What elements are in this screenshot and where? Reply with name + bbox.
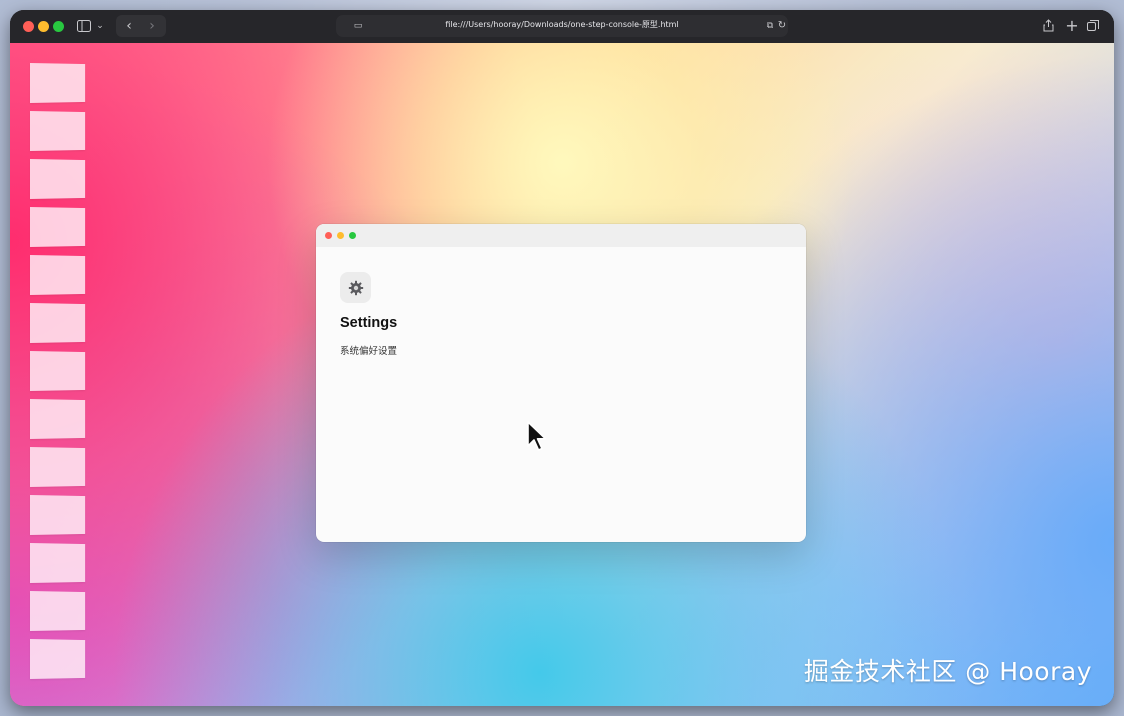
window-thumbnail[interactable] bbox=[30, 159, 86, 199]
translate-icon[interactable]: ⧉ bbox=[764, 16, 776, 36]
window-thumbnail[interactable] bbox=[30, 639, 86, 679]
window-thumbnail[interactable] bbox=[30, 111, 86, 151]
settings-window-titlebar[interactable] bbox=[316, 224, 806, 247]
settings-zoom-button[interactable] bbox=[349, 232, 356, 239]
share-icon[interactable] bbox=[1040, 16, 1056, 36]
window-thumbnail[interactable] bbox=[30, 447, 86, 487]
forward-button[interactable]: › bbox=[143, 16, 161, 36]
minimize-window-button[interactable] bbox=[38, 21, 49, 32]
address-bar[interactable]: ▭ file:///Users/hooray/Downloads/one-ste… bbox=[336, 15, 788, 37]
mouse-cursor-icon bbox=[527, 421, 547, 451]
sidebar-toggle-icon[interactable] bbox=[76, 16, 92, 36]
tab-overview-icon[interactable] bbox=[1085, 16, 1101, 36]
page-title: Settings bbox=[340, 315, 398, 331]
gear-icon bbox=[340, 272, 371, 303]
reload-icon[interactable]: ↻ bbox=[776, 16, 788, 36]
window-thumbnail[interactable] bbox=[30, 255, 86, 295]
settings-close-button[interactable] bbox=[325, 232, 332, 239]
window-thumbnail-strip bbox=[30, 63, 94, 693]
watermark-text: 掘金技术社区 @ Hooray bbox=[803, 657, 1092, 686]
browser-toolbar: ⌄ ‹ › ▭ file:///Users/hooray/Downloads/o… bbox=[10, 10, 1114, 44]
browser-window: ⌄ ‹ › ▭ file:///Users/hooray/Downloads/o… bbox=[10, 10, 1114, 706]
new-tab-icon[interactable]: + bbox=[1064, 16, 1080, 36]
chevron-down-icon[interactable]: ⌄ bbox=[94, 16, 106, 36]
zoom-window-button[interactable] bbox=[53, 21, 64, 32]
page-subtitle: 系统偏好设置 bbox=[340, 346, 398, 357]
window-thumbnail[interactable] bbox=[30, 63, 86, 103]
window-thumbnail[interactable] bbox=[30, 591, 86, 631]
window-thumbnail[interactable] bbox=[30, 207, 86, 247]
address-url[interactable]: file:///Users/hooray/Downloads/one-step-… bbox=[336, 19, 788, 30]
settings-minimize-button[interactable] bbox=[337, 232, 344, 239]
window-thumbnail[interactable] bbox=[30, 399, 86, 439]
window-thumbnail[interactable] bbox=[30, 543, 86, 583]
back-button[interactable]: ‹ bbox=[120, 16, 138, 36]
window-thumbnail[interactable] bbox=[30, 303, 86, 343]
window-thumbnail[interactable] bbox=[30, 351, 86, 391]
navigation-group: ‹ › bbox=[116, 15, 166, 37]
close-window-button[interactable] bbox=[23, 21, 34, 32]
page-viewport: Settings 系统偏好设置 掘金技术社区 @ Hooray bbox=[10, 43, 1114, 706]
window-thumbnail[interactable] bbox=[30, 495, 86, 535]
settings-window[interactable]: Settings 系统偏好设置 bbox=[316, 224, 806, 542]
